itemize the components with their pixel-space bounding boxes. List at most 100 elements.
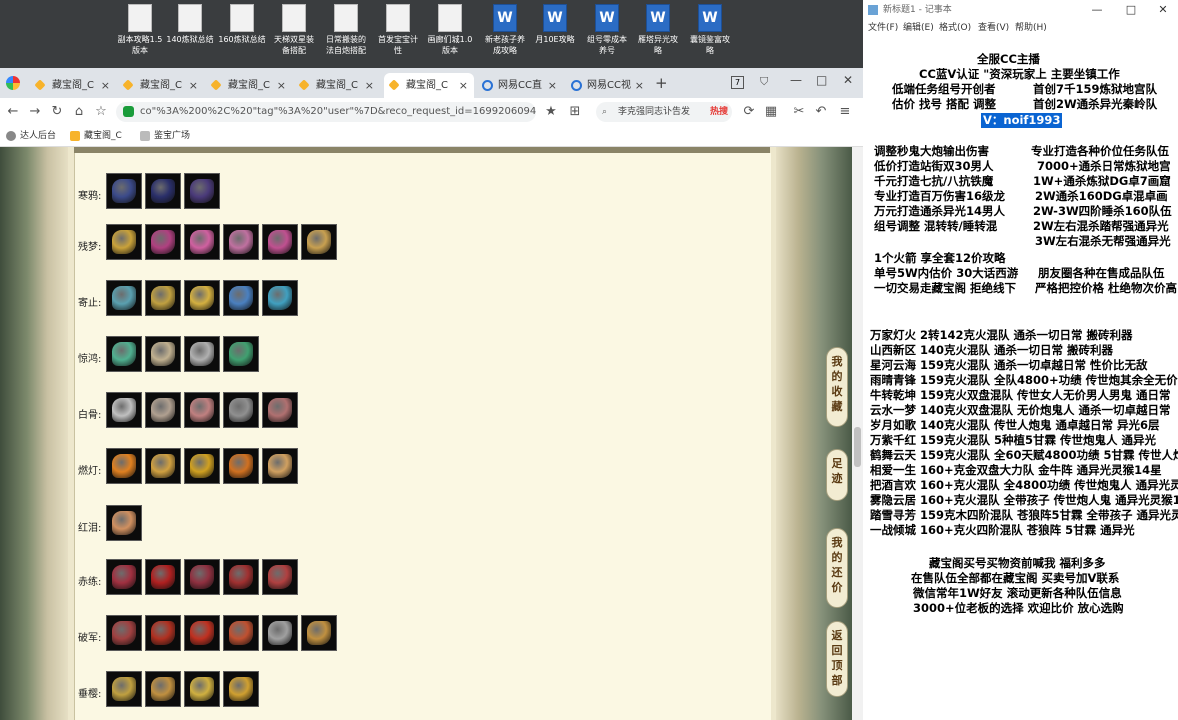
equipment-item-slot[interactable] bbox=[145, 615, 181, 651]
footprint-button[interactable]: 足迹 bbox=[826, 449, 848, 501]
equipment-item-slot[interactable] bbox=[106, 671, 142, 707]
equipment-item-slot[interactable] bbox=[223, 280, 259, 316]
tab-5[interactable]: 藏宝阁_C × bbox=[384, 73, 474, 98]
tab-close-icon[interactable]: × bbox=[277, 73, 286, 98]
shirt-icon[interactable]: ⛉ bbox=[760, 75, 768, 89]
equipment-item-slot[interactable] bbox=[223, 224, 259, 260]
equipment-item-slot[interactable] bbox=[145, 559, 181, 595]
equipment-item-slot[interactable] bbox=[262, 615, 298, 651]
back-icon[interactable]: ← bbox=[4, 103, 22, 121]
equipment-item-slot[interactable] bbox=[184, 615, 220, 651]
notepad-maximize-button[interactable]: □ bbox=[1119, 0, 1143, 20]
desktop-file-2[interactable]: 140炼狱总结 bbox=[160, 4, 220, 45]
scrollbar-thumb[interactable] bbox=[854, 427, 861, 467]
equipment-item-slot[interactable] bbox=[262, 392, 298, 428]
bookmark-star-icon[interactable]: ★ bbox=[542, 103, 560, 121]
equipment-item-slot[interactable] bbox=[262, 448, 298, 484]
tab-3[interactable]: 藏宝阁_C × bbox=[206, 73, 292, 98]
equipment-item-slot[interactable] bbox=[145, 173, 181, 209]
tab-4[interactable]: 藏宝阁_C × bbox=[294, 73, 380, 98]
equipment-item-slot[interactable] bbox=[223, 671, 259, 707]
bookmark-item[interactable]: 鉴宝广场 bbox=[140, 129, 190, 143]
notepad-close-button[interactable]: ✕ bbox=[1151, 0, 1175, 20]
equipment-item-slot[interactable] bbox=[223, 615, 259, 651]
tab-close-icon[interactable]: × bbox=[548, 73, 557, 98]
notepad-menu-item[interactable]: 编辑(E) bbox=[903, 20, 934, 36]
tab-close-icon[interactable]: × bbox=[365, 73, 374, 98]
equipment-item-slot[interactable] bbox=[145, 336, 181, 372]
desktop-file-9[interactable]: W 月10E攻略 bbox=[525, 4, 585, 45]
equipment-item-slot[interactable] bbox=[106, 505, 142, 541]
reload-icon[interactable]: ↻ bbox=[48, 103, 66, 121]
equipment-item-slot[interactable] bbox=[184, 448, 220, 484]
desktop-file-7[interactable]: 画廊们城1.0 版本 bbox=[420, 4, 480, 56]
equipment-item-slot[interactable] bbox=[145, 392, 181, 428]
equipment-item-slot[interactable] bbox=[106, 448, 142, 484]
equipment-item-slot[interactable] bbox=[106, 559, 142, 595]
page-scrollbar[interactable] bbox=[852, 147, 863, 720]
close-button[interactable]: ✕ bbox=[843, 73, 853, 87]
undo-icon[interactable]: ↶ bbox=[812, 103, 830, 121]
tab-6[interactable]: 网易CC直 × bbox=[476, 73, 563, 98]
equipment-item-slot[interactable] bbox=[262, 559, 298, 595]
tab-close-icon[interactable]: × bbox=[635, 73, 644, 98]
notepad-text-area[interactable]: 全服CC主播 CC蓝V认证 "资深玩家上 主要坐镇工作 低端任务组号开创者 首创7千1… bbox=[863, 36, 1178, 720]
tab-close-icon[interactable]: × bbox=[189, 73, 198, 98]
equipment-item-slot[interactable] bbox=[106, 224, 142, 260]
equipment-item-slot[interactable] bbox=[301, 615, 337, 651]
notepad-menu-item[interactable]: 帮助(H) bbox=[1015, 20, 1047, 36]
equipment-item-slot[interactable] bbox=[106, 280, 142, 316]
notepad-menu-item[interactable]: 文件(F) bbox=[868, 20, 898, 36]
equipment-item-slot[interactable] bbox=[184, 173, 220, 209]
home-icon[interactable]: ⌂ bbox=[70, 103, 88, 121]
desktop-file-12[interactable]: W 囊镜鉴富攻 略 bbox=[680, 4, 740, 56]
tab-7[interactable]: 网易CC视 × bbox=[565, 73, 650, 98]
new-tab-button[interactable]: + bbox=[655, 74, 668, 92]
equipment-item-slot[interactable] bbox=[145, 671, 181, 707]
desktop-file-3[interactable]: 160炼狱总结 bbox=[212, 4, 272, 45]
notepad-minimize-button[interactable]: — bbox=[1085, 0, 1109, 20]
tab-2[interactable]: 藏宝阁_C × bbox=[118, 73, 204, 98]
equipment-item-slot[interactable] bbox=[106, 615, 142, 651]
my-favorites-button[interactable]: 我的收藏 bbox=[826, 347, 848, 427]
forward-icon[interactable]: → bbox=[26, 103, 44, 121]
equipment-item-slot[interactable] bbox=[106, 392, 142, 428]
maximize-button[interactable]: □ bbox=[816, 73, 827, 87]
desktop-file-5[interactable]: 日常搬装的 法自炮搭配 bbox=[316, 4, 376, 56]
url-field[interactable]: co"%3A%200%2C%20"tag"%3A%20"user"%7D&rec… bbox=[116, 102, 536, 122]
equipment-item-slot[interactable] bbox=[145, 280, 181, 316]
equipment-item-slot[interactable] bbox=[184, 559, 220, 595]
my-bargain-button[interactable]: 我的还价 bbox=[826, 528, 848, 608]
notepad-menu-item[interactable]: 查看(V) bbox=[978, 20, 1009, 36]
tab-count-badge[interactable]: 7 bbox=[731, 76, 744, 89]
back-to-top-button[interactable]: 返回顶部 bbox=[826, 621, 848, 697]
cut-icon[interactable]: ✂ bbox=[790, 103, 808, 121]
equipment-item-slot[interactable] bbox=[184, 392, 220, 428]
equipment-item-slot[interactable] bbox=[106, 336, 142, 372]
tab-close-icon[interactable]: × bbox=[459, 73, 468, 98]
equipment-item-slot[interactable] bbox=[106, 173, 142, 209]
search-field[interactable]: ⌕ 李克强同志讣告发 热搜 bbox=[596, 102, 732, 122]
bookmark-item[interactable]: 达人后台 bbox=[6, 129, 56, 143]
menu-icon[interactable]: ≡ bbox=[836, 103, 854, 121]
refresh-extension-icon[interactable]: ⟳ bbox=[740, 103, 758, 121]
apps-grid-icon[interactable]: ▦ bbox=[762, 103, 780, 121]
equipment-item-slot[interactable] bbox=[223, 392, 259, 428]
bookmark-item[interactable]: 藏宝阁_C bbox=[70, 129, 122, 143]
equipment-item-slot[interactable] bbox=[223, 336, 259, 372]
notepad-menu-item[interactable]: 格式(O) bbox=[939, 20, 971, 36]
minimize-button[interactable]: — bbox=[790, 73, 802, 87]
equipment-item-slot[interactable] bbox=[145, 224, 181, 260]
desktop-file-6[interactable]: 首发宝宝计 性 bbox=[368, 4, 428, 56]
extension-icon[interactable]: ⊞ bbox=[566, 103, 584, 121]
desktop-file-11[interactable]: W 雁塔异光攻 略 bbox=[628, 4, 688, 56]
equipment-item-slot[interactable] bbox=[262, 280, 298, 316]
equipment-item-slot[interactable] bbox=[184, 336, 220, 372]
equipment-item-slot[interactable] bbox=[145, 448, 181, 484]
equipment-item-slot[interactable] bbox=[184, 224, 220, 260]
desktop-file-4[interactable]: 天梯双星装 备搭配 bbox=[264, 4, 324, 56]
equipment-item-slot[interactable] bbox=[262, 224, 298, 260]
tab-close-icon[interactable]: × bbox=[101, 73, 110, 98]
equipment-item-slot[interactable] bbox=[184, 671, 220, 707]
equipment-item-slot[interactable] bbox=[301, 224, 337, 260]
